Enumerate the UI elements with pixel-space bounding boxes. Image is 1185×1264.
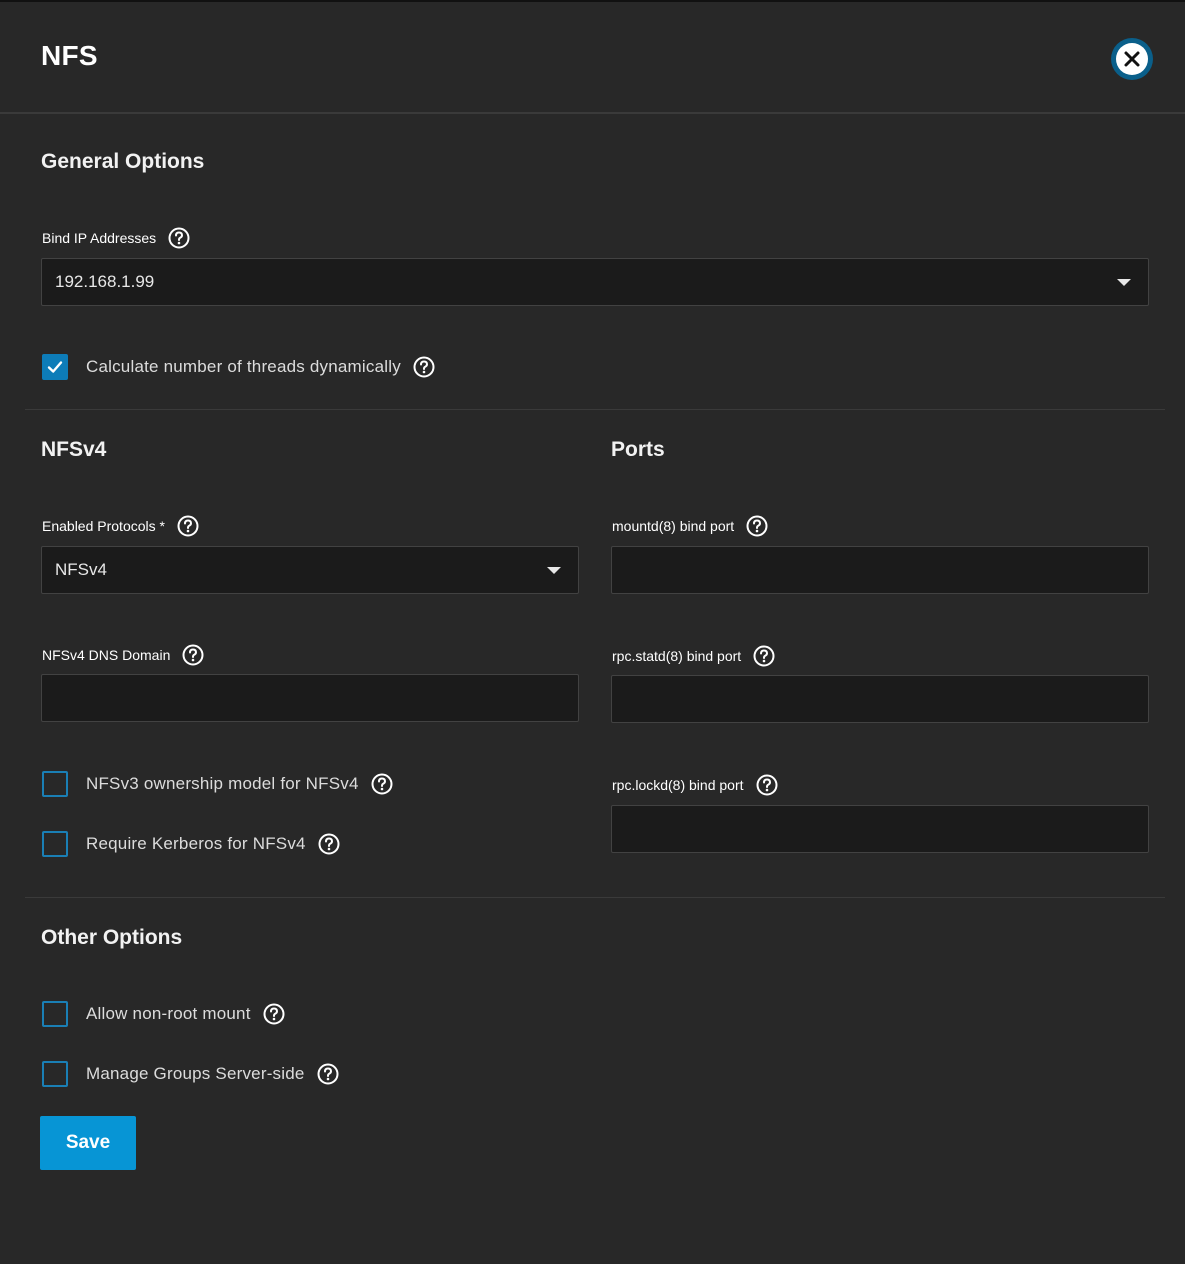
help-icon[interactable]: [746, 515, 768, 537]
lockd-label-text: rpc.lockd(8) bind port: [612, 777, 744, 793]
general-options-title: General Options: [41, 150, 205, 173]
other-options-title: Other Options: [41, 926, 183, 949]
help-icon[interactable]: [753, 645, 775, 667]
section-divider: [25, 409, 1165, 410]
threads-label: Calculate number of threads dynamically: [86, 357, 401, 376]
threads-checkbox[interactable]: [42, 354, 68, 380]
chevron-down-icon: [547, 567, 561, 574]
nonroot-option: Allow non-root mount: [42, 1001, 285, 1027]
threads-option: Calculate number of threads dynamically: [42, 354, 435, 380]
statd-label: rpc.statd(8) bind port: [612, 645, 775, 667]
lockd-label: rpc.lockd(8) bind port: [612, 774, 778, 796]
bind-ip-value: 192.168.1.99: [55, 272, 155, 291]
bind-ip-select[interactable]: 192.168.1.99: [41, 258, 1149, 306]
nfsv4-title: NFSv4: [41, 438, 107, 461]
protocols-label-text: Enabled Protocols *: [42, 518, 165, 534]
protocols-value: NFSv4: [55, 560, 107, 579]
section-divider: [25, 897, 1165, 898]
help-icon[interactable]: [182, 644, 204, 666]
help-icon[interactable]: [317, 1063, 339, 1085]
close-icon: [1116, 43, 1148, 75]
groups-option: Manage Groups Server-side: [42, 1061, 339, 1087]
mountd-label: mountd(8) bind port: [612, 515, 768, 537]
help-icon[interactable]: [168, 227, 190, 249]
protocols-label: Enabled Protocols *: [42, 515, 199, 537]
mountd-port-input[interactable]: [611, 546, 1149, 594]
groups-label: Manage Groups Server-side: [86, 1064, 305, 1083]
kerberos-label: Require Kerberos for NFSv4: [86, 834, 306, 853]
ownership-option: NFSv3 ownership model for NFSv4: [42, 771, 393, 797]
nonroot-checkbox[interactable]: [42, 1001, 68, 1027]
ownership-checkbox[interactable]: [42, 771, 68, 797]
dns-domain-label: NFSv4 DNS Domain: [42, 644, 204, 666]
save-button[interactable]: Save: [40, 1116, 136, 1170]
protocols-select[interactable]: NFSv4: [41, 546, 579, 594]
kerberos-checkbox[interactable]: [42, 831, 68, 857]
help-icon[interactable]: [371, 773, 393, 795]
kerberos-option: Require Kerberos for NFSv4: [42, 831, 340, 857]
help-icon[interactable]: [413, 356, 435, 378]
help-icon[interactable]: [318, 833, 340, 855]
close-button[interactable]: [1111, 38, 1153, 80]
statd-label-text: rpc.statd(8) bind port: [612, 648, 742, 664]
bind-ip-label-text: Bind IP Addresses: [42, 230, 157, 246]
nfs-settings-panel: NFS General Options Bind IP Addresses 19…: [0, 0, 1185, 1264]
lockd-port-input[interactable]: [611, 805, 1149, 853]
groups-checkbox[interactable]: [42, 1061, 68, 1087]
checkmark-icon: [47, 361, 63, 373]
ports-title: Ports: [611, 438, 665, 461]
help-icon[interactable]: [263, 1003, 285, 1025]
ownership-label: NFSv3 ownership model for NFSv4: [86, 774, 359, 793]
statd-port-input[interactable]: [611, 675, 1149, 723]
mountd-label-text: mountd(8) bind port: [612, 518, 735, 534]
dns-domain-input[interactable]: [41, 674, 579, 722]
help-icon[interactable]: [756, 774, 778, 796]
bind-ip-label: Bind IP Addresses: [42, 227, 190, 249]
chevron-down-icon: [1117, 279, 1131, 286]
nonroot-label: Allow non-root mount: [86, 1004, 251, 1023]
dns-domain-label-text: NFSv4 DNS Domain: [42, 647, 171, 663]
help-icon[interactable]: [177, 515, 199, 537]
panel-header: NFS: [0, 2, 1185, 114]
page-title: NFS: [41, 40, 98, 71]
